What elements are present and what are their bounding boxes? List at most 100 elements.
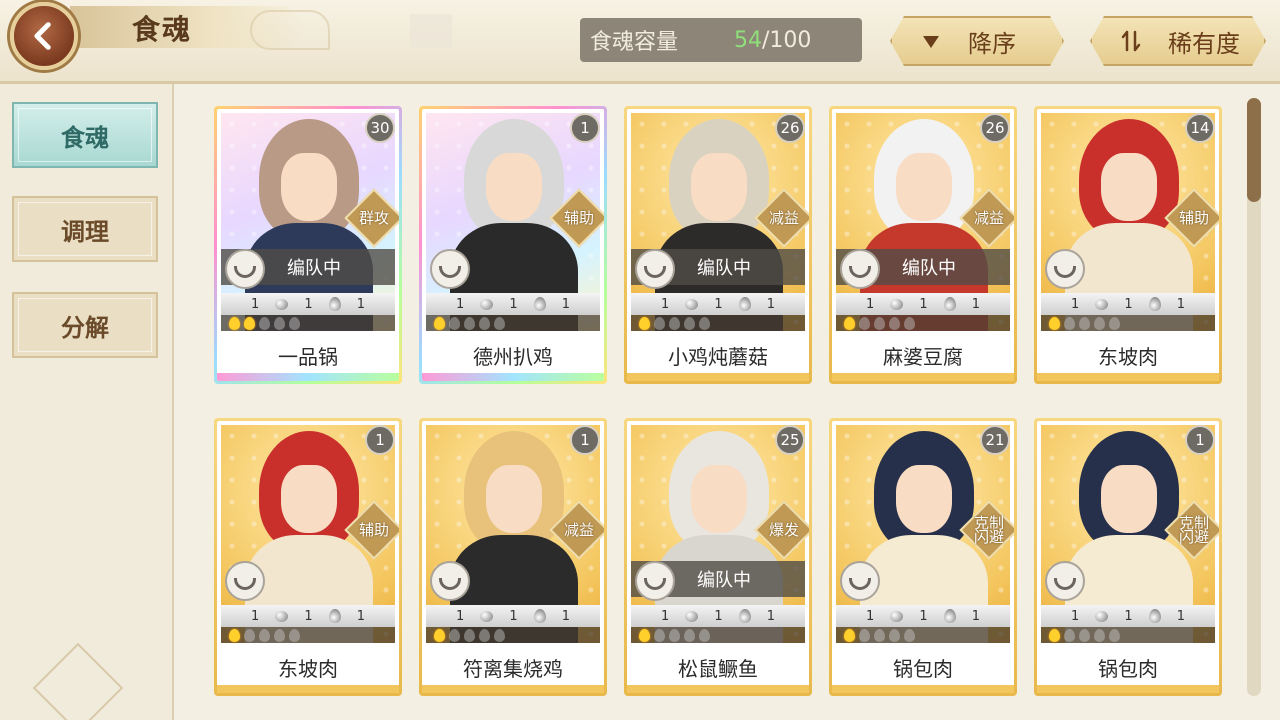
triangle-down-icon [916, 26, 946, 56]
drop-icon [533, 609, 546, 623]
flame-icon [654, 316, 665, 330]
card-bottom-strip [832, 685, 1014, 693]
flame-icon [904, 628, 915, 642]
scrollbar[interactable] [1247, 98, 1261, 696]
bowl-shape [644, 266, 666, 278]
food-soul-card[interactable]: 1 减益 1 1 1 符离集烧鸡 [419, 418, 607, 696]
bowl-shape [1054, 578, 1076, 590]
flame-icon [639, 628, 650, 642]
card-inner: 30 群攻 编队中 1 1 1 一品锅 [217, 109, 399, 381]
drop-icon [1148, 609, 1161, 623]
gem-icon [480, 610, 494, 622]
role-label: 群攻 [358, 209, 389, 227]
flame-icon [699, 316, 710, 330]
skill-levels: 1 1 1 [426, 605, 600, 627]
bowl-icon[interactable] [1045, 249, 1085, 289]
role-label: 减益 [563, 521, 594, 539]
role-label: 爆发 [768, 521, 799, 539]
skill-level-3: 1 [1176, 608, 1185, 624]
bowl-shape [849, 578, 871, 590]
food-soul-card[interactable]: 1 辅助 1 1 1 德州扒鸡 [419, 106, 607, 384]
flame-icon [1094, 628, 1105, 642]
food-soul-card[interactable]: 26 减益 编队中 1 1 1 麻婆豆腐 [829, 106, 1017, 384]
sidebar-item-cook[interactable]: 调理 [12, 196, 158, 262]
bowl-icon[interactable] [1045, 561, 1085, 601]
skill-levels: 1 1 1 [221, 605, 395, 627]
food-soul-card[interactable]: 25 爆发 编队中 1 1 1 松鼠鳜鱼 [624, 418, 812, 696]
card-name: 锅包肉 [893, 656, 953, 681]
flame-icon [1049, 316, 1060, 330]
skill-level-1: 1 [661, 296, 670, 312]
portrait-face [691, 153, 747, 221]
food-soul-card[interactable]: 21 克制 闪避 1 1 1 锅包肉 [829, 418, 1017, 696]
flame-icon [464, 316, 475, 330]
portrait-face [281, 153, 337, 221]
bowl-icon[interactable] [840, 561, 880, 601]
food-soul-card[interactable]: 30 群攻 编队中 1 1 1 一品锅 [214, 106, 402, 384]
skill-level-2: 1 [1124, 296, 1133, 312]
skill-level-3: 1 [766, 296, 775, 312]
card-inner: 1 减益 1 1 1 符离集烧鸡 [422, 421, 604, 693]
scroll-thumb[interactable] [1247, 98, 1261, 202]
flame-icon [904, 316, 915, 330]
star-rating [1041, 315, 1215, 331]
bowl-icon[interactable] [635, 249, 675, 289]
card-bottom-strip [422, 373, 604, 381]
back-button[interactable] [10, 2, 78, 70]
portrait-face [896, 465, 952, 533]
skill-level-3: 1 [356, 608, 365, 624]
skill-level-1: 1 [866, 296, 875, 312]
drop-icon [738, 609, 751, 623]
bowl-icon[interactable] [225, 249, 265, 289]
gem-icon [685, 610, 699, 622]
card-bottom-strip [627, 685, 809, 693]
level-badge: 30 [365, 113, 395, 143]
drop-icon [943, 297, 956, 311]
bowl-icon[interactable] [225, 561, 265, 601]
capacity-label: 食魂容量 [590, 30, 679, 55]
capacity-current: 54 [734, 27, 763, 53]
sidebar-item-food-soul[interactable]: 食魂 [12, 102, 158, 168]
portrait-face [281, 465, 337, 533]
skill-levels: 1 1 1 [221, 293, 395, 315]
star-rating [1041, 627, 1215, 643]
level-badge: 1 [570, 113, 600, 143]
level-badge: 25 [775, 425, 805, 455]
food-soul-card[interactable]: 1 辅助 1 1 1 东坡肉 [214, 418, 402, 696]
card-bottom-strip [832, 373, 1014, 381]
flame-icon [244, 628, 255, 642]
card-name: 东坡肉 [1098, 344, 1158, 369]
flame-icon [494, 628, 505, 642]
skill-levels: 1 1 1 [426, 293, 600, 315]
bowl-icon[interactable] [430, 561, 470, 601]
star-rating [221, 315, 395, 331]
flame-icon [479, 316, 490, 330]
sort-order-button[interactable]: 降序 [890, 16, 1064, 66]
sort-rarity-button[interactable]: 稀有度 [1090, 16, 1266, 66]
bowl-icon[interactable] [430, 249, 470, 289]
role-label: 克制 闪避 [1178, 514, 1209, 546]
sidebar-item-label: 分解 [61, 313, 109, 342]
bowl-icon[interactable] [635, 561, 675, 601]
skill-level-3: 1 [971, 608, 980, 624]
bowl-icon[interactable] [840, 249, 880, 289]
flame-icon [1109, 316, 1120, 330]
flame-icon [229, 316, 240, 330]
food-soul-card[interactable]: 26 减益 编队中 1 1 1 小鸡炖蘑菇 [624, 106, 812, 384]
flame-icon [289, 316, 300, 330]
top-bar: 食魂 食魂容量 54 /100 降序 稀有度 [0, 0, 1280, 84]
food-soul-card[interactable]: 1 克制 闪避 1 1 1 锅包肉 [1034, 418, 1222, 696]
skill-level-3: 1 [356, 296, 365, 312]
placeholder-block [410, 14, 452, 48]
flame-icon [844, 316, 855, 330]
drop-icon [1148, 297, 1161, 311]
card-name: 符离集烧鸡 [463, 656, 563, 681]
level-badge: 1 [1185, 425, 1215, 455]
sidebar-item-decompose[interactable]: 分解 [12, 292, 158, 358]
team-status: 编队中 [697, 570, 751, 591]
food-soul-card[interactable]: 14 辅助 1 1 1 东坡肉 [1034, 106, 1222, 384]
portrait-face [1101, 153, 1157, 221]
gem-icon [1095, 298, 1109, 310]
flame-icon [434, 316, 445, 330]
role-label: 减益 [768, 209, 799, 227]
